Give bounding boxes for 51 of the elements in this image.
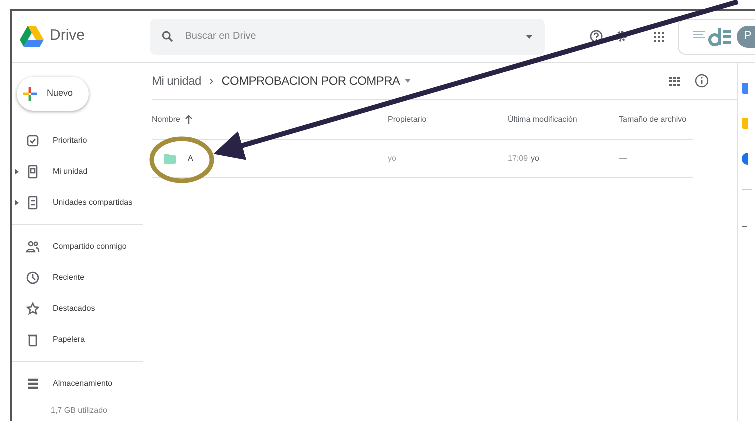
star-icon [26,302,40,316]
help-icon[interactable] [590,30,603,43]
expand-arrow-icon[interactable] [15,168,19,174]
trash-icon [26,332,40,346]
shared-drives-icon [26,196,40,210]
file-row[interactable]: A yo 17:09 yo — [152,140,693,178]
file-size: — [619,154,627,162]
plus-icon [23,87,37,101]
column-header[interactable]: Propietario [388,114,427,126]
caret-icon[interactable] [526,34,533,38]
app-name: Drive [50,26,86,46]
column-header[interactable]: Nombre [152,114,180,126]
sort-arrow-icon[interactable] [185,115,194,124]
file-name: A [188,152,194,164]
storage-usage-text: 1,7 GB utilizado [51,405,108,417]
caret-icon [405,79,412,83]
storage-icon [26,376,40,390]
sidebar-item[interactable]: Papelera [12,324,143,355]
people-icon [26,240,40,254]
priority-icon [26,134,40,148]
new-button[interactable]: Nuevo [17,77,89,111]
modified-time: 17:09 [508,152,528,164]
clock-icon [26,270,40,284]
settings-icon[interactable] [615,30,628,43]
search-icon [162,31,174,42]
column-header[interactable]: Última modificación [508,114,578,126]
tasks-icon[interactable] [742,153,748,165]
column-header[interactable]: Tamaño de archivo [619,114,687,126]
sidebar-item[interactable]: Unidades compartidas [12,187,143,218]
breadcrumb-separator: › [209,72,214,90]
breadcrumb-link[interactable]: Mi unidad [152,72,202,90]
modified-by: yo [531,152,540,164]
highlight-circle [150,136,214,184]
owner-text: yo [388,154,396,162]
apps-grid-icon[interactable] [654,32,664,42]
organization-logo-icon [691,26,733,48]
sidebar-item[interactable]: Compartido conmigo [12,231,143,262]
grid-view-icon[interactable] [669,76,680,86]
sidebar-item[interactable]: Mi unidad [12,156,143,187]
sidebar-item[interactable]: Reciente [12,262,143,293]
expand-arrow-icon[interactable] [15,200,19,206]
current-folder-button[interactable]: COMPROBACION POR COMPRA [222,72,412,90]
drive-icon [26,164,40,178]
sidebar-item[interactable]: Almacenamiento [12,368,143,399]
search-bar[interactable]: Buscar en Drive [150,18,545,54]
drive-logo-icon[interactable] [20,26,44,47]
info-icon[interactable] [695,74,709,88]
search-field[interactable]: Buscar en Drive [185,29,514,44]
sidebar-item[interactable]: Destacados [12,293,143,324]
folder-icon [164,154,176,164]
sidebar-item[interactable]: Prioritario [12,125,143,156]
